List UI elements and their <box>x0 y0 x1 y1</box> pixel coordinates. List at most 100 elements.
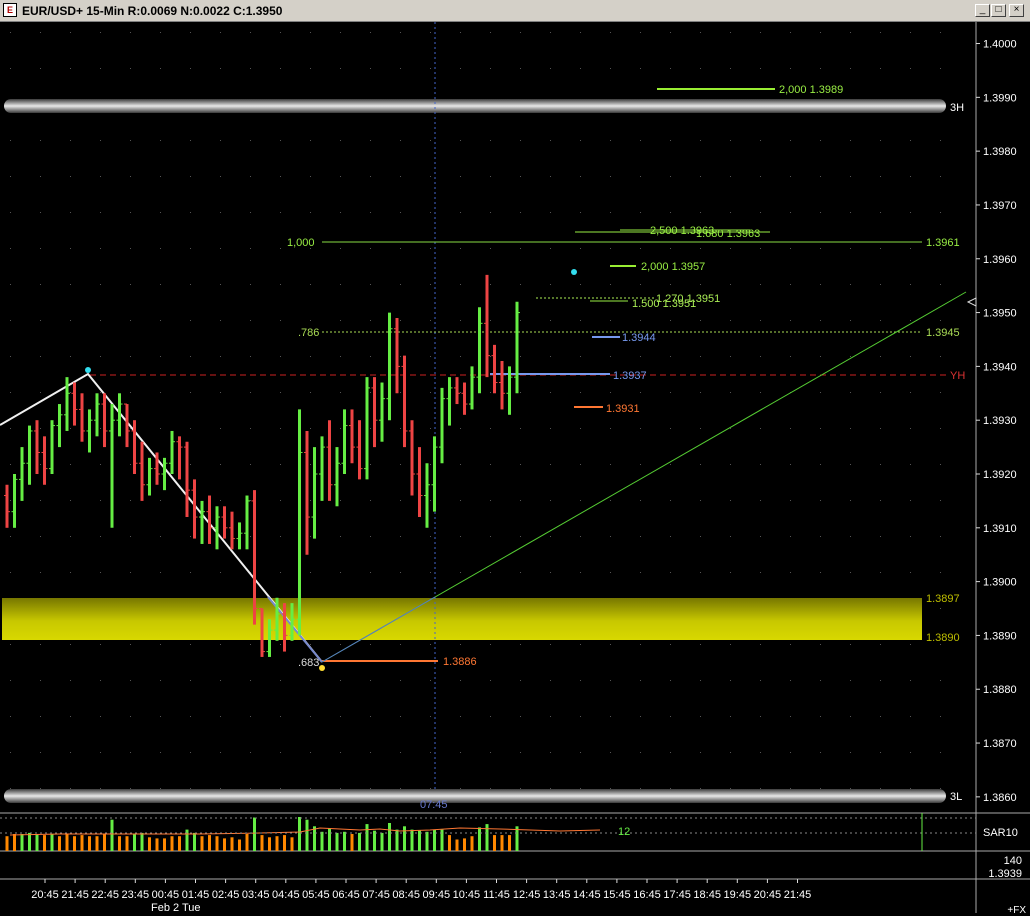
volume-bar <box>95 836 99 851</box>
grid-dot <box>370 500 371 501</box>
volume-bar <box>478 827 481 851</box>
grid-dot <box>460 68 461 69</box>
grid-dot <box>340 320 341 321</box>
price-bar <box>371 377 378 448</box>
grid-dot <box>250 536 251 537</box>
grid-dot <box>580 284 581 285</box>
grid-dot <box>670 356 671 357</box>
grid-dot <box>700 212 701 213</box>
grid-dot <box>490 536 491 537</box>
volume-bar <box>28 832 31 851</box>
grid-dot <box>670 140 671 141</box>
grid-dot <box>10 140 11 141</box>
price-axis: 1.4000 1.3990 1.3980 1.3970 1.3960 1.3950 1.39… <box>976 39 1017 804</box>
grid-dot <box>790 320 791 321</box>
level-3886-label: 1.3886 <box>443 656 477 668</box>
grid-dot <box>520 428 521 429</box>
grid-dot <box>310 716 311 717</box>
grid-dot <box>820 140 821 141</box>
grid-dot <box>760 32 761 33</box>
volume-bar <box>320 831 324 851</box>
volume-bar <box>343 831 346 851</box>
grid-dot <box>850 680 851 681</box>
grid-dot <box>400 212 401 213</box>
grid-dot <box>430 536 431 537</box>
grid-dot <box>580 716 581 717</box>
grid-dot <box>580 644 581 645</box>
current-price-marker <box>966 297 977 307</box>
grid-dot <box>730 248 731 249</box>
volume-bar <box>485 824 489 851</box>
time-tick-label: 23:45 <box>122 889 150 901</box>
grid-dot <box>820 212 821 213</box>
price-bar <box>349 409 355 464</box>
grid-dot <box>220 428 221 429</box>
grid-dot <box>70 464 71 465</box>
grid-dot <box>100 68 101 69</box>
grid-dot <box>460 140 461 141</box>
volume-bar <box>13 834 16 851</box>
grid-dot <box>430 176 431 177</box>
grid-dot <box>790 68 791 69</box>
grid-dot <box>760 68 761 69</box>
grid-dot <box>850 284 851 285</box>
grid-dot <box>490 464 491 465</box>
grid-dot <box>880 176 881 177</box>
grid-dot <box>220 356 221 357</box>
restore-button[interactable]: □ <box>991 4 1006 17</box>
app-icon[interactable]: E <box>3 3 17 17</box>
grid-dot <box>310 788 311 789</box>
time-tick-label: 06:45 <box>332 889 360 901</box>
grid-dot <box>190 788 191 789</box>
grid-dot <box>610 320 611 321</box>
time-tick-label: 04:45 <box>272 889 300 901</box>
grid-dot <box>700 572 701 573</box>
chart-area[interactable]: 3H 3L YH 1,000 1.3961 .786 1.3945 .683 2… <box>0 22 1030 916</box>
grid-dot <box>190 356 191 357</box>
price-chart[interactable]: 3H 3L YH 1,000 1.3961 .786 1.3945 .683 2… <box>0 22 1030 916</box>
price-bar <box>56 404 63 448</box>
minimize-button[interactable]: _ <box>975 4 990 17</box>
grid-dot <box>100 644 101 645</box>
volume-bar <box>208 835 211 851</box>
grid-dot <box>280 680 281 681</box>
grid-dot <box>520 140 521 141</box>
window-titlebar[interactable]: E EUR/USD+ 15-Min R:0.0069 N:0.0022 C:1.… <box>0 0 1030 22</box>
price-bar <box>229 511 235 550</box>
grid-dot <box>10 536 11 537</box>
grid-dot <box>160 320 161 321</box>
grid-dot <box>520 644 521 645</box>
close-button[interactable]: × <box>1009 4 1024 17</box>
grid-dot <box>250 284 251 285</box>
grid-dot <box>640 392 641 393</box>
grid-dot <box>40 680 41 681</box>
price-bar <box>199 500 205 544</box>
grid-dot <box>280 464 281 465</box>
volume-bar <box>223 838 226 851</box>
grid-dot <box>160 32 161 33</box>
grid-dot <box>910 428 911 429</box>
grid-dot <box>640 644 641 645</box>
grid-dot <box>850 356 851 357</box>
grid-dot <box>640 68 641 69</box>
price-bar <box>86 409 93 453</box>
grid-dot <box>310 392 311 393</box>
grid-dot <box>280 356 281 357</box>
volume-bar <box>73 836 76 851</box>
grid-dot <box>670 284 671 285</box>
grid-dot <box>850 500 851 501</box>
grid-dot <box>940 608 941 609</box>
band-3l <box>4 789 946 803</box>
grid-dot <box>340 572 341 573</box>
volume-bar <box>178 836 181 851</box>
volume-bar <box>305 819 309 851</box>
grid-dot <box>670 320 671 321</box>
grid-dot <box>850 536 851 537</box>
grid-dot <box>490 248 491 249</box>
grid-dot <box>670 392 671 393</box>
grid-dot <box>640 500 641 501</box>
grid-dot <box>70 716 71 717</box>
price-tick-label: 1.3880 <box>983 684 1017 696</box>
grid-dot <box>940 392 941 393</box>
grid-dot <box>550 716 551 717</box>
